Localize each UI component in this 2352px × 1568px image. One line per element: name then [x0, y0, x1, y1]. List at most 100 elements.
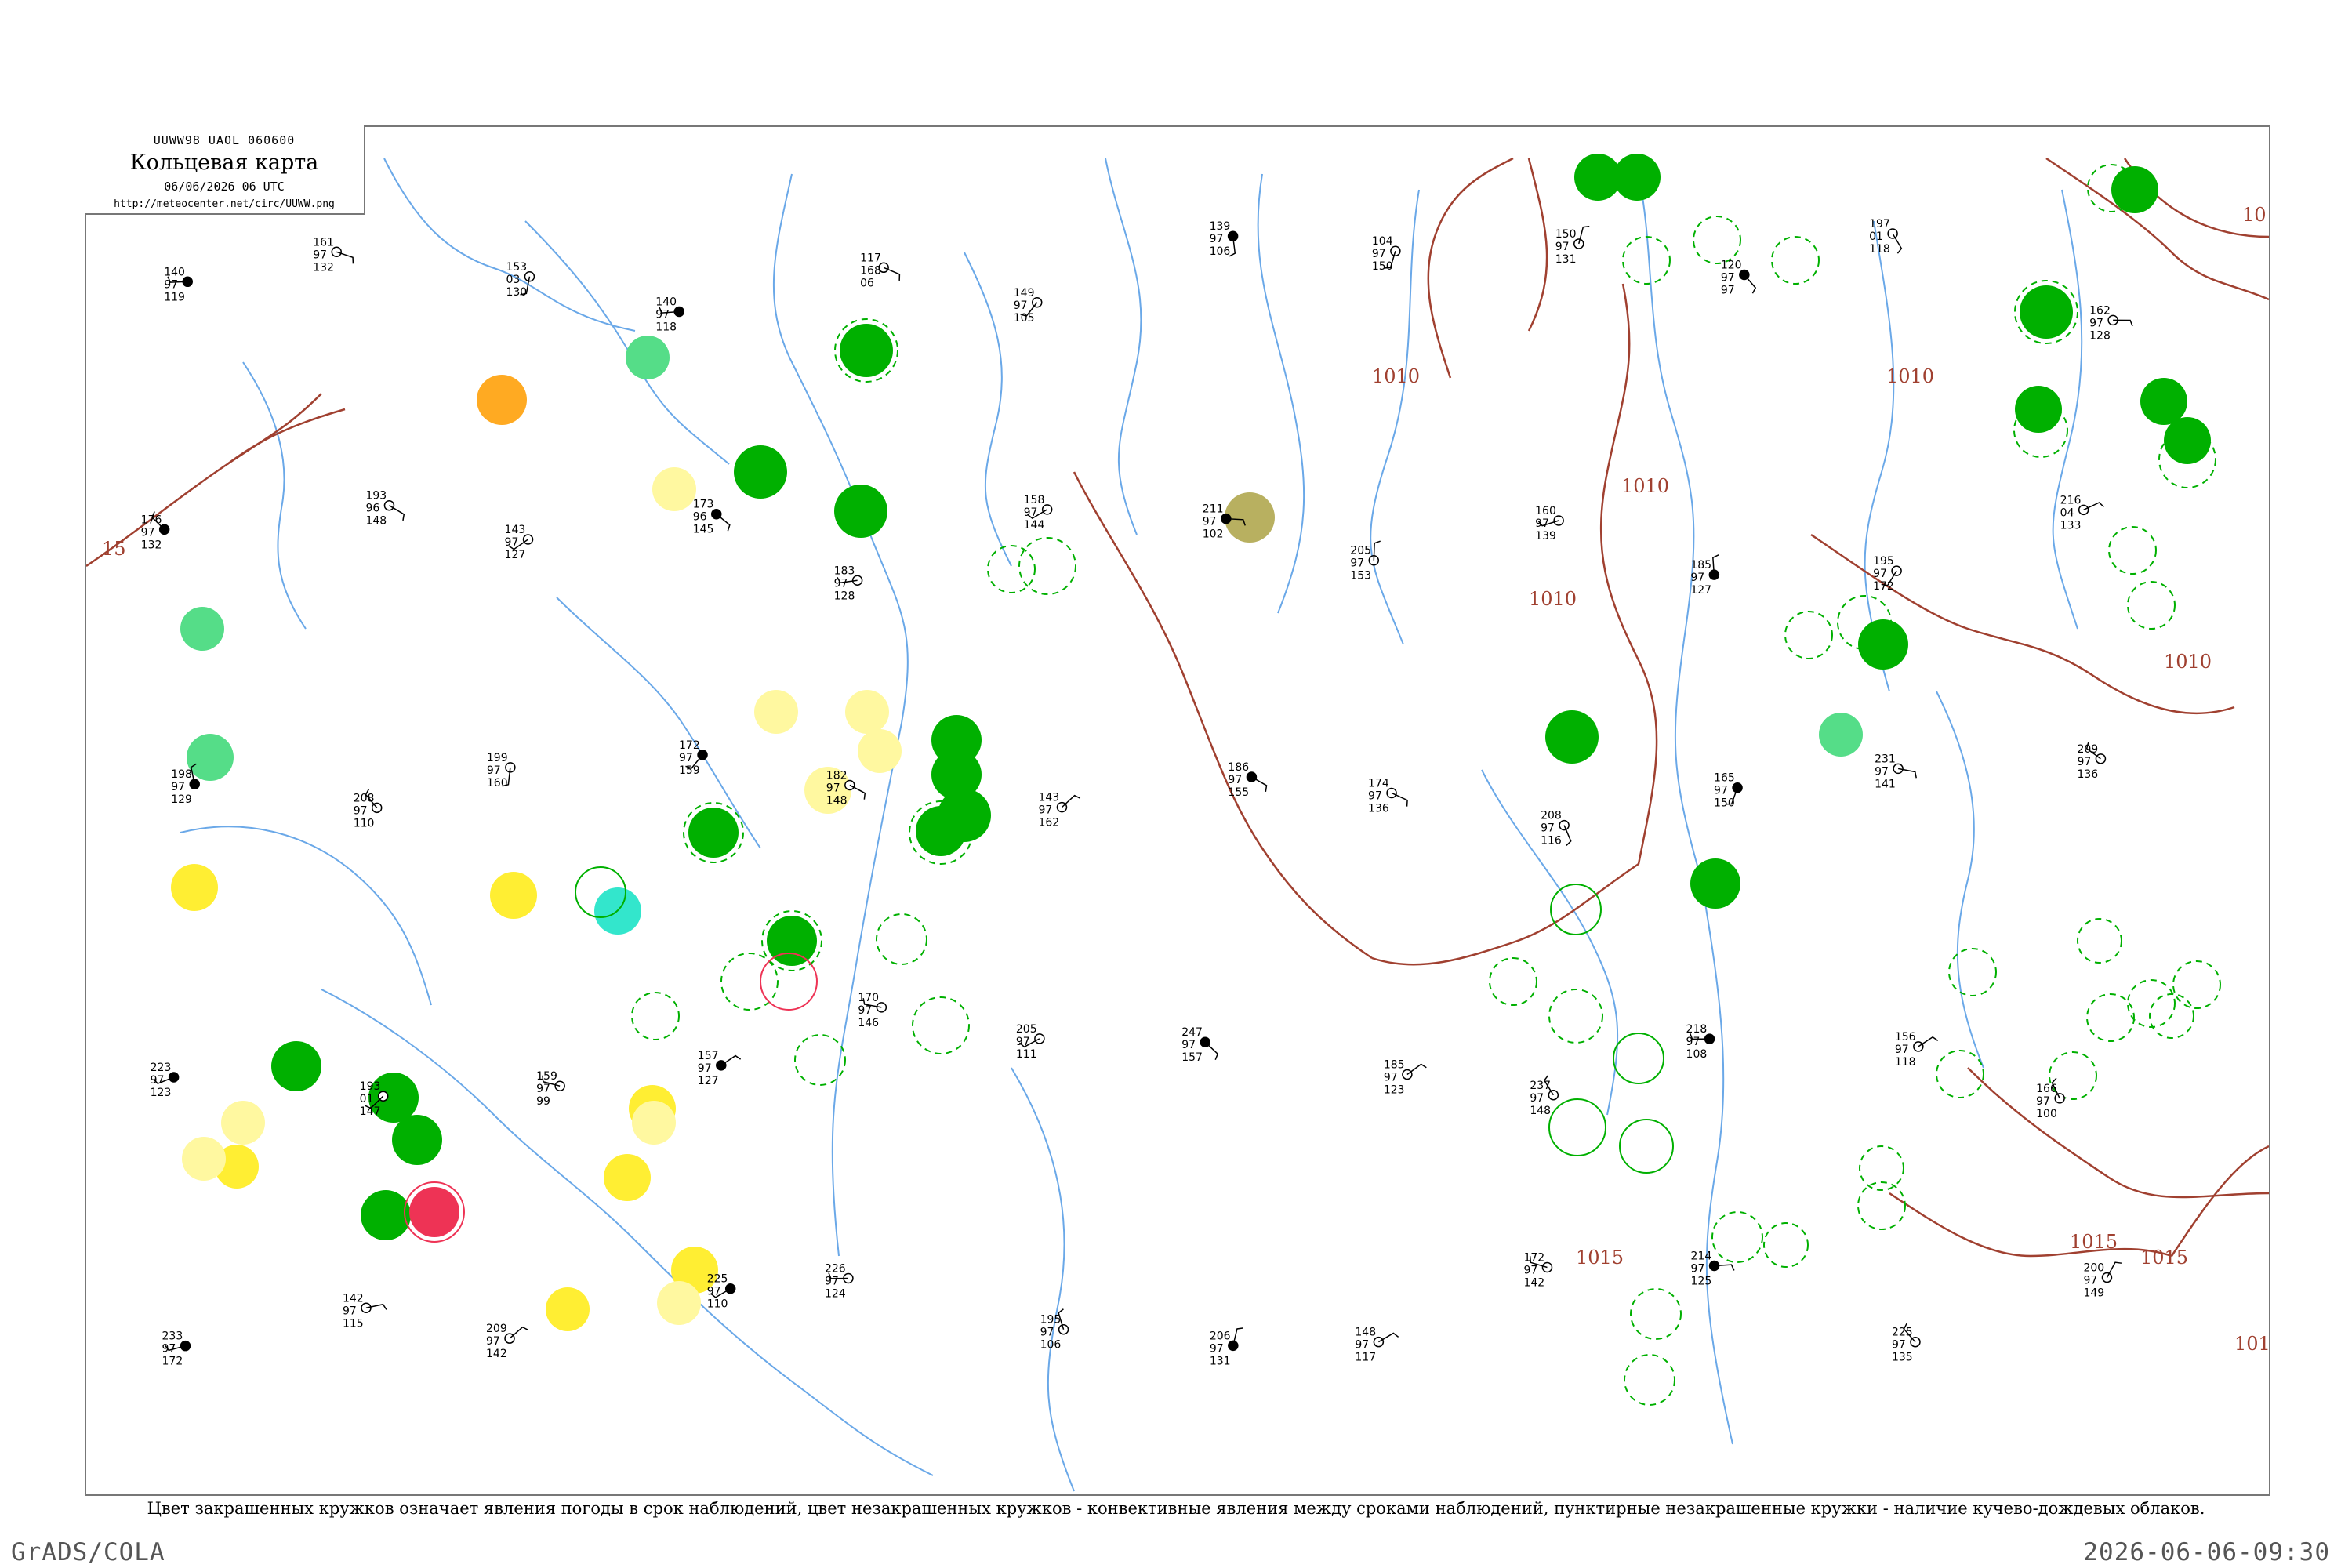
- station-plot: 18297148: [826, 769, 866, 807]
- isobar-label: 1015: [1576, 1247, 1624, 1269]
- weather-circle-shower: [187, 734, 234, 781]
- station-plot: 14397162: [1038, 792, 1081, 829]
- station-value-t: 97: [313, 249, 327, 261]
- station-value-n: 129: [171, 793, 192, 806]
- station-value-n: 106: [1040, 1339, 1062, 1352]
- station-value-n: 118: [1869, 243, 1890, 256]
- station-value-p: 104: [1372, 235, 1393, 248]
- station-value-t: 97: [1228, 774, 1242, 786]
- station-value-p: 193: [360, 1080, 381, 1093]
- weather-circle-rain: [2020, 285, 2073, 339]
- station-plot: 20597111: [1016, 1023, 1045, 1061]
- software-label: GrADS/COLA: [11, 1538, 165, 1566]
- station-value-t: 97: [1541, 822, 1555, 835]
- station-value-t: 97: [2083, 1274, 2097, 1287]
- station-value-p: 206: [1210, 1330, 1231, 1342]
- station-value-t: 97: [1535, 517, 1549, 530]
- station-value-t: 97: [1384, 1071, 1398, 1083]
- station-plot: 1599799: [536, 1070, 565, 1108]
- station-value-t: 97: [505, 536, 519, 549]
- weather-circle-rain: [361, 1190, 411, 1240]
- station-value-t: 97: [2089, 317, 2103, 329]
- weather-circle-haze-light: [632, 1101, 676, 1145]
- station-value-t: 97: [1181, 1039, 1196, 1051]
- station-value-n: 160: [487, 777, 508, 789]
- isobar-label: 1010: [1372, 365, 1420, 387]
- station-value-t: 97: [164, 278, 178, 291]
- station-value-n: 159: [679, 764, 700, 777]
- cb-circle: [2086, 993, 2135, 1042]
- station-value-n: 136: [1368, 802, 1389, 815]
- station-plot: 16197132: [313, 236, 354, 274]
- weather-circle-rain: [734, 445, 787, 499]
- station-value-t: 01: [360, 1093, 374, 1105]
- wind-barb-icon: [1744, 274, 1757, 294]
- station-plot: 20997142: [486, 1323, 529, 1360]
- station-value-t: 97: [1210, 233, 1224, 245]
- station-value-t: 97: [698, 1062, 712, 1075]
- station-value-n: 115: [343, 1317, 364, 1330]
- station-value-p: 231: [1875, 753, 1896, 765]
- station-value-n: 131: [1210, 1355, 1231, 1367]
- weather-circle-rain: [2164, 417, 2211, 464]
- cb-circle: [631, 992, 680, 1040]
- weather-circle-haze: [1225, 492, 1275, 543]
- station-value-t: 97: [825, 1276, 839, 1288]
- station-value-t: 97: [1203, 516, 1217, 528]
- station-value-t: 97: [1892, 1339, 1906, 1352]
- weather-circle-rain: [834, 485, 887, 538]
- station-plot: 17396145: [693, 499, 731, 536]
- station-value-n: 148: [826, 794, 848, 807]
- station-value-t: 97: [2077, 756, 2091, 768]
- station-value-n: 139: [1535, 530, 1556, 543]
- isobar-label: 10: [2242, 204, 2267, 226]
- weather-circle-rain: [392, 1115, 442, 1165]
- station-value-n: 135: [1892, 1352, 1913, 1364]
- weather-circle-haze-light: [657, 1281, 701, 1325]
- station-plot: 18397128: [834, 564, 863, 602]
- station-value-p: 185: [1690, 559, 1711, 572]
- station-value-p: 225: [707, 1273, 728, 1286]
- station-plot: 23197141: [1875, 753, 1917, 790]
- isobar-label: 15: [102, 538, 126, 560]
- cb-circle: [1622, 236, 1671, 285]
- station-value-t: 97: [1523, 1264, 1537, 1276]
- station-value-p: 161: [313, 236, 334, 249]
- station-value-n: 117: [1355, 1352, 1376, 1364]
- station-value-n: 153: [1350, 570, 1371, 583]
- station-value-p: 183: [834, 564, 855, 577]
- station-plot: 21497125: [1691, 1250, 1735, 1288]
- station-value-n: 123: [1384, 1083, 1405, 1096]
- station-value-t: 97: [826, 782, 840, 794]
- cb-circle: [2172, 960, 2221, 1009]
- station-value-p: 199: [487, 752, 508, 764]
- weather-circle-shower: [180, 607, 224, 651]
- station-value-n: 148: [1530, 1105, 1551, 1117]
- wind-barb-icon: [1406, 1063, 1427, 1076]
- station-value-n: 128: [2089, 329, 2111, 342]
- station-value-p: 160: [1535, 505, 1556, 517]
- isobar-label: 1010: [1529, 588, 1577, 610]
- weather-circle-rain: [916, 806, 966, 856]
- station-value-n: 123: [151, 1087, 172, 1099]
- station-value-t: 97: [1350, 557, 1364, 570]
- map-date: 06/06/2026 06 UTC: [164, 180, 285, 194]
- station-value-p: 186: [1228, 761, 1249, 774]
- station-value-n: 108: [1686, 1048, 1708, 1061]
- station-value-t: 97: [1721, 271, 1735, 284]
- station-value-t: 96: [365, 503, 379, 515]
- station-plot: 20897116: [1541, 810, 1572, 848]
- station-value-n: 132: [141, 539, 162, 551]
- station-value-n: 102: [1203, 528, 1224, 541]
- station-plot: 19701118: [1869, 218, 1903, 256]
- weather-circle-haze-light: [652, 467, 696, 511]
- station-value-n: 133: [2060, 519, 2082, 532]
- station-value-p: 176: [141, 514, 162, 526]
- station-plot: 15897144: [1024, 494, 1053, 532]
- station-value-n: 144: [1024, 519, 1045, 532]
- station-value-t: 96: [693, 511, 707, 524]
- station-value-t: 97: [1873, 568, 1887, 580]
- map-legend-text: Цвет закрашенных кружков означает явлени…: [147, 1499, 2205, 1518]
- station-plot: 11716806: [860, 252, 901, 289]
- station-value-n: 145: [693, 524, 714, 536]
